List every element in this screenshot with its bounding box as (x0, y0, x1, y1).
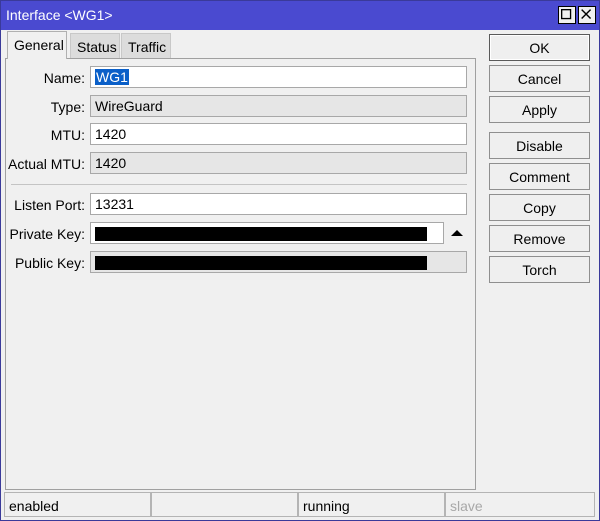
title-bar[interactable]: Interface <WG1> (1, 1, 599, 30)
maximize-icon (561, 9, 572, 20)
close-icon (581, 9, 592, 20)
tab-general[interactable]: General (7, 31, 67, 59)
separator (11, 184, 467, 185)
cancel-button[interactable]: Cancel (489, 65, 590, 92)
public-key-label: Public Key: (14, 255, 85, 271)
public-key-redacted (95, 256, 427, 271)
window-title: Interface <WG1> (6, 7, 113, 23)
status-slave: slave (445, 492, 595, 517)
close-button[interactable] (578, 6, 596, 24)
maximize-button[interactable] (558, 6, 576, 24)
interface-window: Interface <WG1> General Status Traffic N… (0, 0, 600, 521)
mtu-field[interactable]: 1420 (90, 123, 467, 145)
torch-button[interactable]: Torch (489, 256, 590, 283)
status-running: running (298, 492, 445, 517)
ok-button[interactable]: OK (489, 34, 590, 61)
listen-port-field[interactable]: 13231 (90, 193, 467, 215)
type-field: WireGuard (90, 95, 467, 117)
tab-status[interactable]: Status (70, 33, 120, 58)
actual-mtu-field: 1420 (90, 152, 467, 174)
triangle-up-icon[interactable] (451, 230, 463, 236)
status-enabled: enabled (4, 492, 151, 517)
disable-button[interactable]: Disable (489, 132, 590, 159)
type-label: Type: (50, 99, 85, 115)
apply-button[interactable]: Apply (489, 96, 590, 123)
comment-button[interactable]: Comment (489, 163, 590, 190)
mtu-label: MTU: (50, 127, 85, 143)
name-value: WG1 (95, 69, 129, 85)
remove-button[interactable]: Remove (489, 225, 590, 252)
private-key-label: Private Key: (9, 226, 85, 242)
name-label: Name: (43, 70, 85, 86)
actual-mtu-label: Actual MTU: (7, 156, 85, 172)
tab-traffic[interactable]: Traffic (121, 33, 171, 58)
private-key-redacted (95, 227, 427, 242)
listen-port-label: Listen Port: (14, 197, 85, 213)
public-key-field (90, 251, 467, 273)
copy-button[interactable]: Copy (489, 194, 590, 221)
private-key-field[interactable] (90, 222, 444, 244)
name-field[interactable]: WG1 (90, 66, 467, 88)
status-empty (151, 492, 298, 517)
